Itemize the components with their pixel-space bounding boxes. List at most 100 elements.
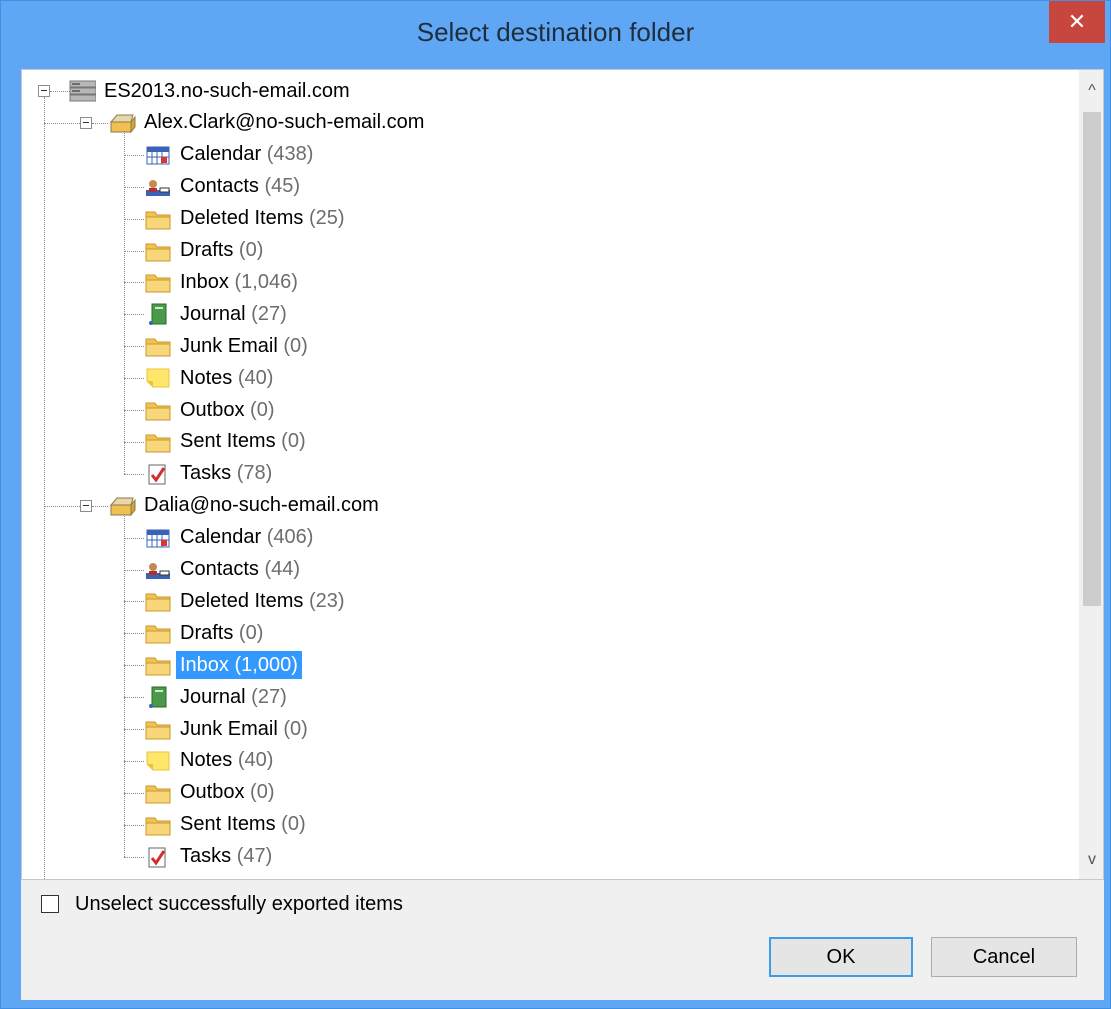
server-icon <box>68 78 100 104</box>
item-count: (1,000) <box>234 653 298 676</box>
tasks-icon <box>144 461 176 487</box>
tree-folder-item[interactable]: Junk Email (0) <box>144 715 312 743</box>
tree-folder-item[interactable]: Calendar (406) <box>144 524 317 552</box>
tree-mailbox[interactable]: Dalia@no-such-email.com <box>108 492 383 520</box>
scroll-down-button[interactable]: v <box>1079 845 1103 875</box>
tree-folder-item[interactable]: Journal (27) <box>144 683 291 711</box>
tree-folder-item[interactable]: Drafts (0) <box>144 619 267 647</box>
tree-connector-line <box>124 697 144 699</box>
folder-name: Notes <box>180 366 233 389</box>
tree-connector-line <box>124 513 125 857</box>
journal-icon <box>144 684 176 710</box>
item-count: (0) <box>250 781 275 804</box>
tree-item-label: Notes (40) <box>176 747 277 775</box>
unselect-checkbox[interactable] <box>41 895 59 913</box>
scroll-up-button[interactable]: ^ <box>1079 76 1103 106</box>
tree-connector-line <box>50 91 70 92</box>
item-count: (0) <box>281 430 306 453</box>
tree-connector-line <box>124 250 144 252</box>
tree-root-server[interactable]: ES2013.no-such-email.com <box>68 77 354 105</box>
tree-connector-line <box>124 856 144 858</box>
folder-name: Deleted Items <box>180 207 304 230</box>
tree-folder-item[interactable]: Outbox (0) <box>144 396 279 424</box>
tree-folder-item[interactable]: Notes (40) <box>144 747 277 775</box>
item-count: (0) <box>238 239 264 261</box>
folder-name: Alex.Clark@no-such-email.com <box>144 111 425 134</box>
tree-folder-item[interactable]: Tasks (78) <box>144 460 276 488</box>
tree-folder-item[interactable]: Sent Items (0) <box>144 428 310 456</box>
folder-name: Tasks <box>180 845 232 868</box>
tree-item-label: Sent Items (0) <box>176 428 310 456</box>
tree-item-label: Contacts (44) <box>176 556 304 584</box>
item-count: (47) <box>236 845 273 868</box>
folder-icon <box>144 397 176 423</box>
tree-folder-item[interactable]: Drafts (0) <box>144 237 267 265</box>
tree-item-label: Contacts (45) <box>176 173 304 201</box>
tree-connector-line <box>92 505 108 507</box>
title-bar[interactable]: Select destination folder ✕ <box>1 1 1110 69</box>
item-count: (0) <box>283 334 308 357</box>
folder-name: Inbox <box>180 653 229 676</box>
calendar-icon <box>144 142 176 168</box>
item-count: (27) <box>251 685 287 708</box>
folder-name: Inbox <box>180 270 229 293</box>
tree-item-label: Tasks (47) <box>176 843 276 871</box>
tree-connector-line <box>124 729 144 730</box>
unselect-option[interactable]: Unselect successfully exported items <box>41 891 403 917</box>
tree-item-label: Drafts (0) <box>176 237 267 265</box>
tree-item-label: Tasks (78) <box>176 460 276 488</box>
scroll-thumb[interactable] <box>1083 112 1101 606</box>
vertical-scrollbar[interactable]: ^ v <box>1079 70 1103 879</box>
tree-folder-item[interactable]: Inbox (1,000) <box>144 651 302 680</box>
tree-mailbox[interactable]: Alex.Clark@no-such-email.com <box>108 109 428 137</box>
close-button[interactable]: ✕ <box>1049 1 1105 43</box>
folder-tree: ^ v ES2013.no-such-email.com Alex.Clark@n… <box>21 69 1104 880</box>
folder-name: Journal <box>180 302 246 325</box>
folder-name: ES2013.no-such-email.com <box>104 79 350 102</box>
tree-connector-line <box>124 441 144 443</box>
tree-item-label: ES2013.no-such-email.com <box>100 77 354 105</box>
tree-connector-line <box>124 154 144 156</box>
tree-folder-item[interactable]: Deleted Items (25) <box>144 205 349 233</box>
item-count: (0) <box>281 813 306 836</box>
dialog-client-area: ^ v ES2013.no-such-email.com Alex.Clark@n… <box>21 69 1104 1000</box>
tree-item-label: Calendar (406) <box>176 524 317 552</box>
tree-connector-line <box>124 792 144 794</box>
item-count: (438) <box>266 143 314 166</box>
tree-folder-item[interactable]: Deleted Items (23) <box>144 587 349 615</box>
tree-folder-item[interactable]: Outbox (0) <box>144 779 279 807</box>
tree-folder-item[interactable]: Journal (27) <box>144 300 291 328</box>
tree-folder-item[interactable]: Calendar (438) <box>144 141 317 169</box>
tree-connector-line <box>124 314 144 316</box>
folder-name: Drafts <box>180 239 234 261</box>
tree-connector-line <box>124 824 144 826</box>
item-count: (40) <box>237 366 274 389</box>
tree-folder-item[interactable]: Inbox (1,046) <box>144 268 302 296</box>
dialog-window: Select destination folder ✕ ^ v ES2013.n… <box>0 0 1111 1009</box>
tree-item-label: Junk Email (0) <box>176 332 312 360</box>
root-expander[interactable] <box>38 85 50 97</box>
tree-folder-item[interactable]: Contacts (44) <box>144 556 304 584</box>
mailbox-expander[interactable] <box>80 116 92 129</box>
tree-item-label: Outbox (0) <box>176 396 279 424</box>
tree-item-label: Inbox (1,046) <box>176 268 302 296</box>
journal-icon <box>144 301 176 327</box>
tree-item-label: Inbox (1,000) <box>176 651 302 680</box>
tree-item-label: Drafts (0) <box>176 619 267 647</box>
tree-folder-item[interactable]: Contacts (45) <box>144 173 304 201</box>
tree-folder-item[interactable]: Tasks (47) <box>144 843 276 871</box>
mailbox-expander[interactable] <box>80 499 92 512</box>
tree-folder-item[interactable]: Sent Items (0) <box>144 811 310 839</box>
tree-item-label: Outbox (0) <box>176 779 279 807</box>
cancel-button[interactable]: Cancel <box>931 937 1077 977</box>
tree-connector-line <box>124 218 144 220</box>
item-count: (40) <box>237 749 274 772</box>
tree-folder-item[interactable]: Junk Email (0) <box>144 332 312 360</box>
folder-name: Contacts <box>180 558 259 580</box>
item-count: (1,046) <box>234 270 298 293</box>
tree-connector-line <box>124 282 144 284</box>
ok-button[interactable]: OK <box>769 937 913 977</box>
tree-folder-item[interactable]: Notes (40) <box>144 364 277 392</box>
tree-connector-line <box>44 97 45 879</box>
folder-icon <box>144 333 176 359</box>
